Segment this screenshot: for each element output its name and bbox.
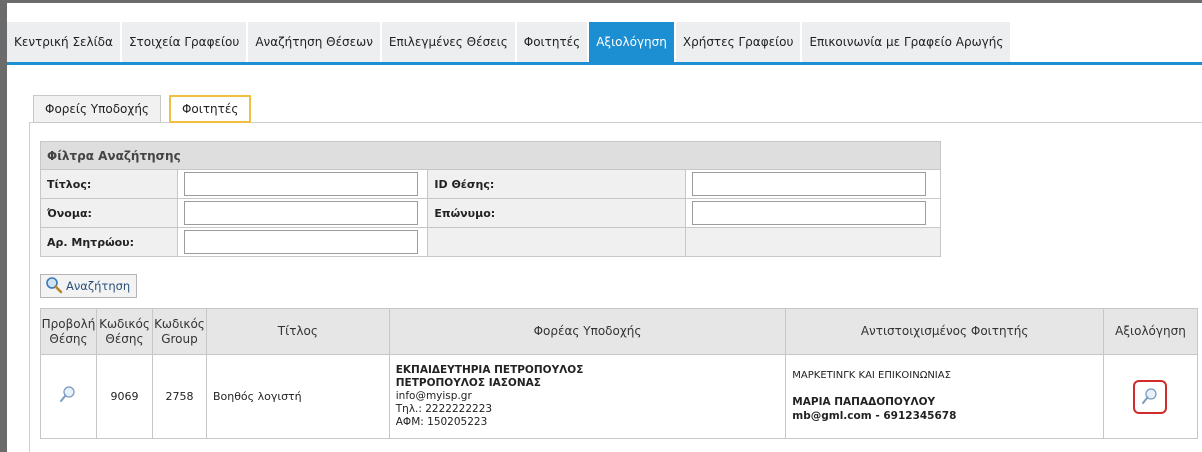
student-program: ΜΑΡΚΕΤΙΝΓΚ ΚΑΙ ΕΠΙΚΟΙΝΩΝΙΑΣ [792, 370, 951, 381]
main-menu: Κεντρική Σελίδα Στοιχεία Γραφείου Αναζήτ… [7, 22, 1013, 62]
results-header-row: Προβολή Θέσης Κωδικός Θέσης Κωδικός Group Τ… [40, 308, 1199, 355]
view-position-icon[interactable] [59, 385, 77, 405]
results-table: Προβολή Θέσης Κωδικός Θέσης Κωδικός Group Τ… [40, 308, 1199, 439]
search-filters: Φίλτρα Αναζήτησης Τίτλος: ID Θέσης: Όνομ… [39, 141, 942, 257]
col-view-position: Προβολή Θέσης [40, 308, 97, 355]
host-email: info@myisp.gr [395, 390, 472, 402]
tab-office-users[interactable]: Χρήστες Γραφείου [675, 22, 803, 62]
tab-selected-positions[interactable]: Επιλεγμένες Θέσεις [381, 22, 517, 62]
evaluate-button[interactable] [1133, 379, 1168, 414]
subtab-students[interactable]: Φοιτητές [168, 95, 252, 123]
host-afm: ΑΦΜ: 150205223 [395, 416, 488, 428]
evaluate-magnifier-icon [1142, 387, 1158, 404]
position-code-cell: 9069 [95, 354, 153, 439]
host-organization-cell: ΕΚΠΑΙΔΕΥΤΗΡΙΑ ΠΕΤΡΟΠΟΥΛΟΣ ΠΕΤΡΟΠΟΥΛΟΣ ΙΑ… [388, 354, 787, 439]
host-phone: Τηλ.: 2222222223 [395, 403, 493, 415]
registry-number-label: Αρ. Μητρώου: [39, 227, 179, 257]
position-id-label: ID Θέσης: [427, 169, 686, 199]
empty-cell [684, 227, 942, 257]
group-code-cell: 2758 [151, 354, 207, 439]
tab-evaluation[interactable]: Αξιολόγηση [589, 22, 676, 62]
subtab-host-organizations[interactable]: Φορείς Υποδοχής [33, 95, 161, 123]
last-name-input[interactable] [691, 201, 926, 225]
filters-title: Φίλτρα Αναζήτησης [40, 141, 941, 170]
tab-office-info[interactable]: Στοιχεία Γραφείου [121, 22, 249, 62]
student-contact: mb@gml.com - 6912345678 [792, 410, 957, 422]
tab-students[interactable]: Φοιτητές [516, 22, 590, 62]
window-frame-top [0, 0, 1202, 14]
title-label: Τίτλος: [39, 169, 179, 199]
last-name-label: Επώνυμο: [427, 198, 686, 228]
col-group-code: Κωδικός Group [151, 308, 207, 355]
position-id-input[interactable] [691, 172, 926, 196]
host-contact-name: ΠΕΤΡΟΠΟΥΛΟΣ ΙΑΣΟΝΑΣ [395, 377, 541, 389]
col-host-organization: Φορέας Υποδοχής [388, 308, 787, 355]
menu-underline [7, 62, 1202, 65]
col-title: Τίτλος [205, 308, 390, 355]
table-row: 9069 2758 Βοηθός λογιστή ΕΚΠΑΙΔΕΥΤΗΡΙΑ Π… [40, 354, 1199, 439]
search-button[interactable]: Αναζήτηση [40, 274, 138, 298]
host-name: ΕΚΠΑΙΔΕΥΤΗΡΙΑ ΠΕΤΡΟΠΟΥΛΟΣ [395, 364, 584, 376]
tab-home[interactable]: Κεντρική Σελίδα [7, 22, 122, 62]
col-assigned-student: Αντιστοιχισμένος Φοιτητής [785, 308, 1104, 355]
first-name-label: Όνομα: [39, 198, 179, 228]
tab-helpdesk-contact[interactable]: Επικοινωνία με Γραφείο Αρωγής [802, 22, 1013, 62]
col-position-code: Κωδικός Θέσης [95, 308, 153, 355]
subtabs: Φορείς Υποδοχής Φοιτητές [33, 95, 252, 123]
col-evaluation: Αξιολόγηση [1102, 308, 1199, 355]
empty-cell [427, 227, 686, 257]
assigned-student-cell: ΜΑΡΚΕΤΙΝΓΚ ΚΑΙ ΕΠΙΚΟΙΝΩΝΙΑΣ ΜΑΡΙΑ ΠΑΠΑΔΟ… [785, 354, 1104, 439]
window-frame-left [0, 0, 7, 452]
magnifier-icon [45, 276, 63, 297]
first-name-input[interactable] [184, 201, 419, 225]
registry-number-input[interactable] [184, 230, 419, 254]
student-name: ΜΑΡΙΑ ΠΑΠΑΔΟΠΟΥΛΟΥ [792, 396, 936, 408]
tab-position-search[interactable]: Αναζήτηση Θέσεων [248, 22, 382, 62]
search-button-label: Αναζήτηση [66, 279, 131, 293]
title-cell: Βοηθός λογιστή [205, 354, 390, 439]
title-input[interactable] [184, 172, 419, 196]
